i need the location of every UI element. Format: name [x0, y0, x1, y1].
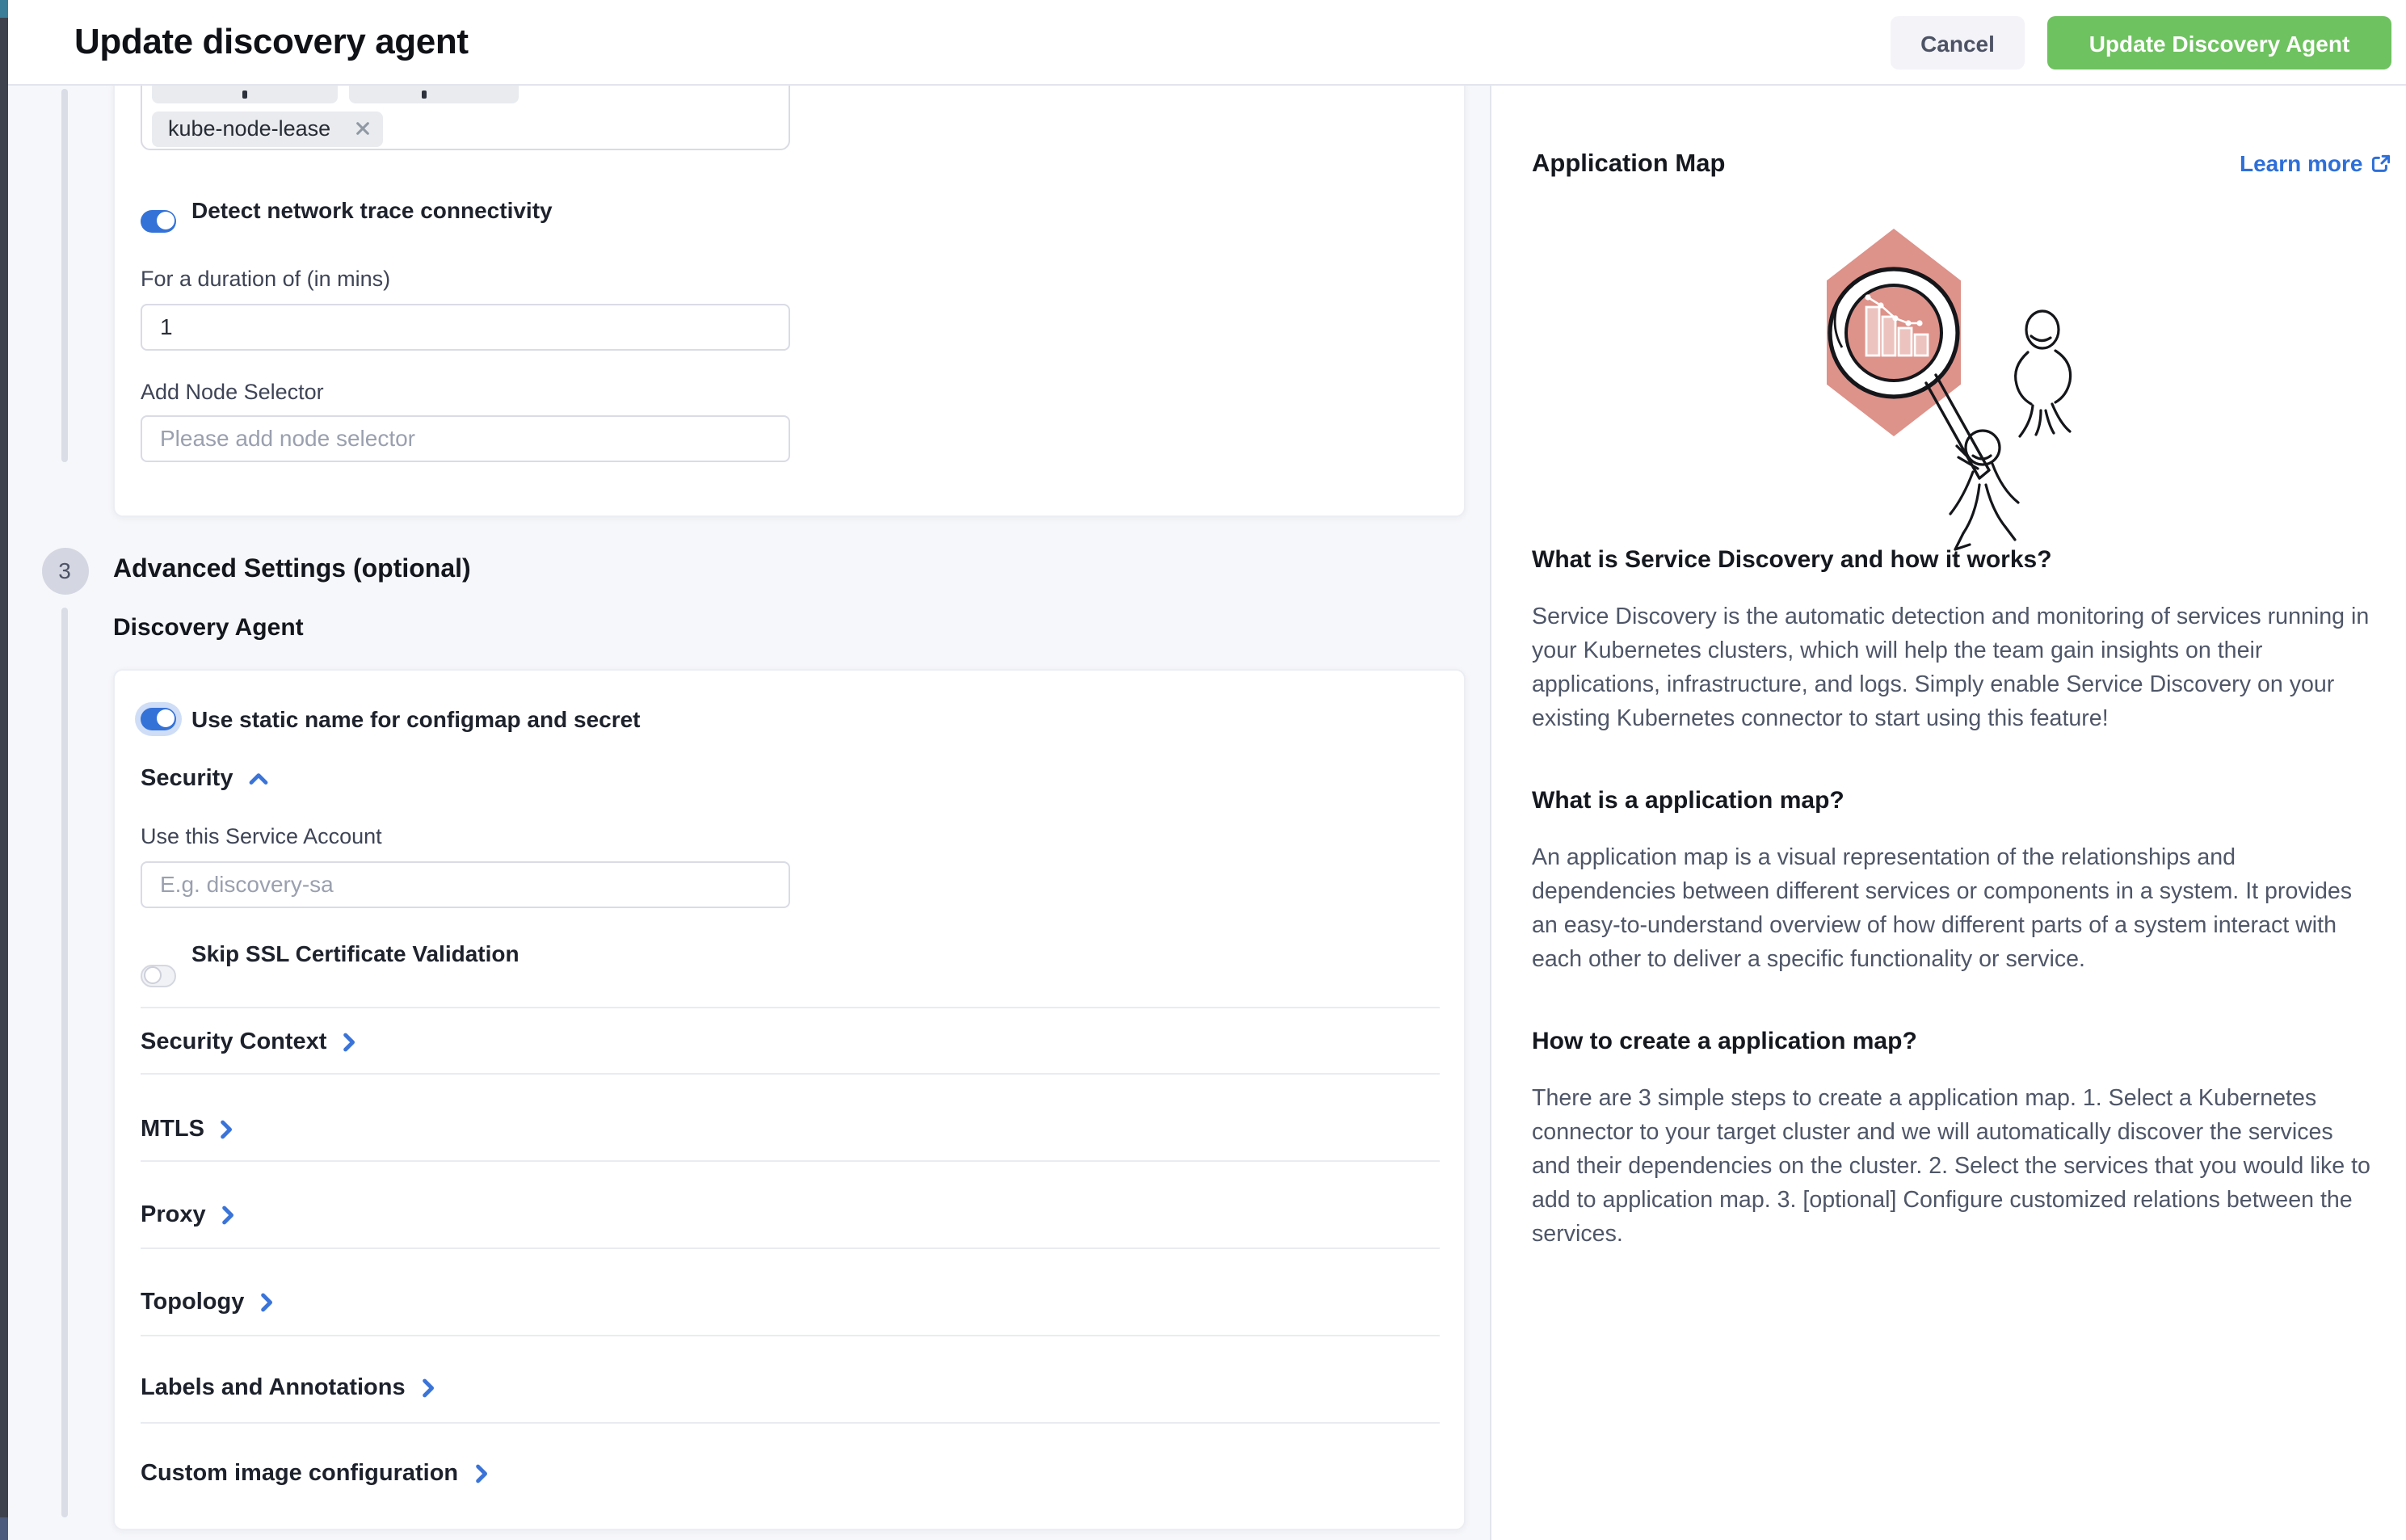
- update-discovery-agent-page: 3 kube-node-lease Detect network trace c…: [0, 0, 2406, 1540]
- network-trace-card: kube-node-lease Detect network trace con…: [113, 84, 1466, 517]
- accordion-label: Proxy: [141, 1202, 206, 1228]
- panel-answer-1: Service Discovery is the automatic detec…: [1532, 601, 2375, 737]
- accordion-security-context[interactable]: Security Context: [141, 1025, 355, 1060]
- tag-text-fragment: [422, 90, 426, 99]
- divider: [141, 1422, 1440, 1424]
- left-nav-edge: [0, 0, 8, 1540]
- person-holding-magnifier-figure: [1950, 431, 2018, 549]
- chevron-right-icon: [474, 1464, 487, 1483]
- discovery-agent-heading: Discovery Agent: [113, 610, 304, 646]
- application-map-illustration: [1805, 217, 2096, 556]
- node-selector-label: Add Node Selector: [141, 373, 324, 409]
- tag-label: kube-node-lease: [168, 117, 330, 141]
- left-nav-edge-bottom: [0, 1517, 8, 1540]
- remove-tag-icon[interactable]: [355, 122, 369, 137]
- tag-text-fragment: [242, 90, 246, 99]
- network-trace-toggle-label: Detect network trace connectivity: [191, 191, 553, 227]
- panel-answer-2: An application map is a visual represent…: [1532, 842, 2375, 978]
- left-nav-edge-top: [0, 0, 8, 18]
- chevron-right-icon: [222, 1205, 235, 1225]
- chevron-right-icon: [422, 1378, 435, 1398]
- learn-more-label: Learn more: [2240, 150, 2363, 176]
- accordion-label: Topology: [141, 1289, 244, 1315]
- step-number-badge: 3: [41, 547, 88, 594]
- duration-input[interactable]: [141, 303, 790, 350]
- divider: [141, 1335, 1440, 1336]
- learn-more-link[interactable]: Learn more: [2240, 150, 2392, 176]
- static-name-toggle[interactable]: [141, 708, 176, 730]
- accordion-topology[interactable]: Topology: [141, 1284, 273, 1319]
- person-standing-figure: [2016, 311, 2071, 436]
- step-timeline-segment: [61, 89, 67, 462]
- accordion-label: Labels and Annotations: [141, 1375, 406, 1401]
- accordion-mtls[interactable]: MTLS: [141, 1111, 233, 1147]
- skip-ssl-toggle-label: Skip SSL Certificate Validation: [191, 936, 519, 971]
- security-section-label: Security: [141, 766, 233, 792]
- step-number: 3: [58, 558, 71, 583]
- security-section-header[interactable]: Security: [141, 761, 268, 797]
- discovery-agent-card: Use static name for configmap and secret…: [113, 669, 1466, 1530]
- panel-answer-3: There are 3 simple steps to create a app…: [1532, 1083, 2375, 1252]
- chevron-right-icon: [221, 1119, 233, 1138]
- step-timeline-segment: [61, 608, 67, 1517]
- accordion-proxy[interactable]: Proxy: [141, 1197, 235, 1233]
- node-selector-input[interactable]: [141, 414, 790, 461]
- accordion-label: Security Context: [141, 1029, 326, 1055]
- skip-ssl-toggle[interactable]: [141, 965, 176, 987]
- cancel-button[interactable]: Cancel: [1891, 16, 2025, 69]
- divider: [141, 1248, 1440, 1249]
- panel-question-1: What is Service Discovery and how it wor…: [1532, 544, 2052, 576]
- tag-chip[interactable]: kube-node-lease: [152, 111, 382, 147]
- chevron-right-icon: [260, 1292, 273, 1311]
- page-title: Update discovery agent: [74, 0, 469, 84]
- update-discovery-agent-button[interactable]: Update Discovery Agent: [2047, 16, 2391, 69]
- static-name-toggle-label: Use static name for configmap and secret: [191, 701, 641, 737]
- duration-label: For a duration of (in mins): [141, 261, 390, 297]
- service-account-input[interactable]: [141, 860, 790, 907]
- advanced-settings-heading: Advanced Settings (optional): [113, 553, 471, 588]
- page-header: Update discovery agent Cancel Update Dis…: [8, 0, 2406, 86]
- accordion-custom-image[interactable]: Custom image configuration: [141, 1456, 487, 1492]
- divider: [141, 1073, 1440, 1075]
- network-trace-toggle[interactable]: [141, 209, 176, 232]
- accordion-label: MTLS: [141, 1116, 204, 1142]
- divider: [141, 1160, 1440, 1162]
- panel-question-2: What is a application map?: [1532, 785, 1844, 817]
- chevron-up-icon: [249, 772, 268, 785]
- panel-title: Application Map: [1532, 150, 1725, 179]
- chevron-right-icon: [343, 1033, 355, 1052]
- divider: [141, 1007, 1440, 1008]
- service-account-label: Use this Service Account: [141, 818, 382, 853]
- panel-question-3: How to create a application map?: [1532, 1026, 1917, 1058]
- accordion-label: Custom image configuration: [141, 1461, 458, 1487]
- external-link-icon: [2371, 153, 2392, 174]
- accordion-labels-annotations[interactable]: Labels and Annotations: [141, 1370, 435, 1406]
